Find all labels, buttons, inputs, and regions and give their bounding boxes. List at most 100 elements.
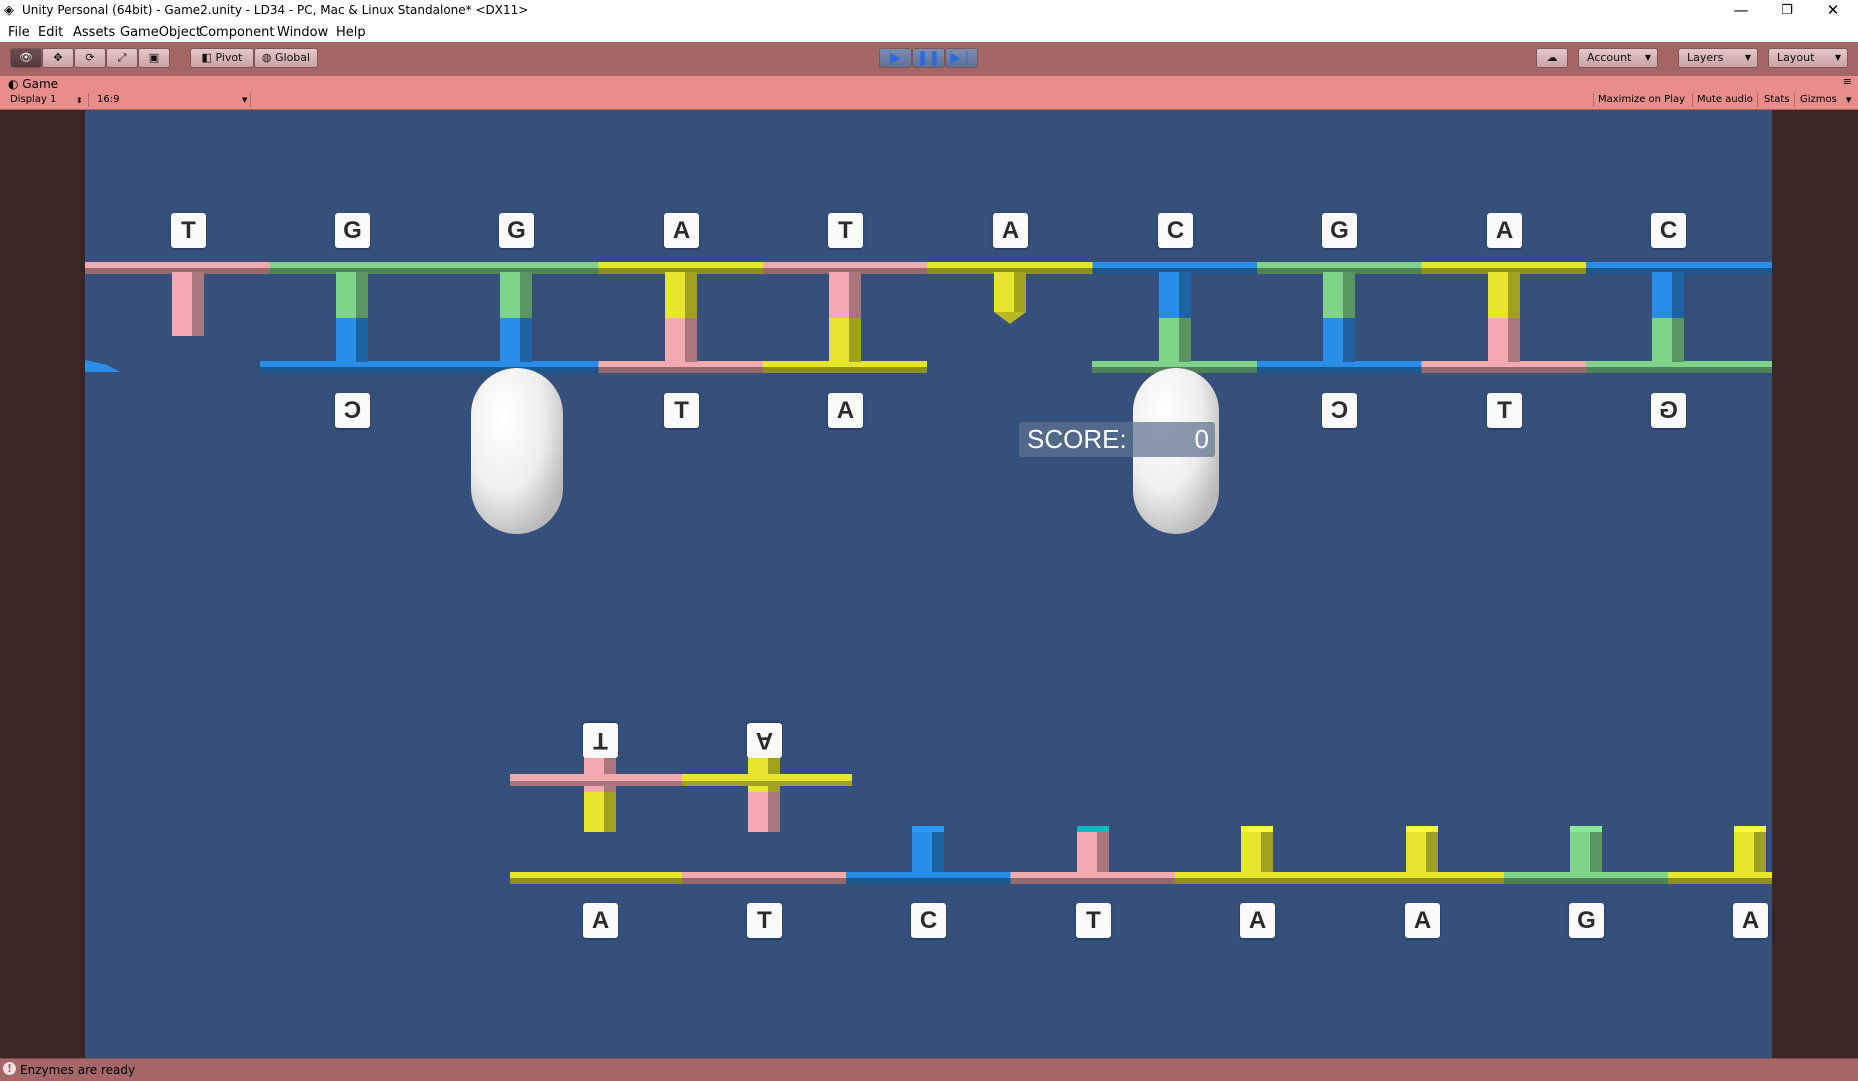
- nucleotide-tile: C: [1651, 213, 1686, 248]
- bottom-backbone-segment-shadow: [510, 878, 682, 884]
- lower-backbone-segment-shadow: [598, 367, 763, 373]
- base-peg-cap: [912, 826, 944, 832]
- menu-edit[interactable]: Edit: [38, 25, 63, 40]
- global-toggle[interactable]: ◍ Global: [254, 48, 318, 68]
- menu-assets[interactable]: Assets: [73, 25, 115, 40]
- tab-menu-icon[interactable]: ≡: [1843, 75, 1852, 88]
- score-panel: SCORE: 0: [1019, 422, 1215, 457]
- rotate-tool-button[interactable]: ⟳: [74, 48, 106, 68]
- menu-help[interactable]: Help: [336, 25, 366, 40]
- base-peg-bottom-strand-side: [1097, 830, 1109, 872]
- account-label: Account: [1587, 51, 1632, 64]
- lower-backbone-segment-shadow: [763, 367, 927, 373]
- unity-logo-icon: ◈: [4, 3, 14, 18]
- top-backbone-segment: [1257, 262, 1422, 268]
- window-title: Unity Personal (64bit) - Game2.unity - L…: [22, 3, 529, 17]
- lower-backbone-segment-shadow: [1586, 367, 1772, 373]
- close-button[interactable]: ✕: [1810, 0, 1856, 23]
- step-button[interactable]: ▶❘: [945, 48, 978, 68]
- nucleotide-tile: T: [171, 213, 206, 248]
- complement-tile: T: [664, 393, 699, 428]
- bottom-backbone-segment-shadow: [846, 878, 1011, 884]
- stray-fragment: [85, 360, 120, 372]
- top-backbone-segment: [434, 262, 599, 268]
- mute-audio-toggle[interactable]: Mute audio: [1697, 94, 1753, 105]
- scale-icon: ⤢: [117, 51, 127, 64]
- bottom-backbone-segment: [1175, 872, 1340, 878]
- window-title-bar: ◈ Unity Personal (64bit) - Game2.unity -…: [0, 0, 1858, 23]
- move-icon: ✥: [53, 51, 63, 64]
- layers-label: Layers: [1687, 51, 1724, 64]
- layers-dropdown[interactable]: Layers ▼: [1678, 48, 1758, 68]
- stats-toggle[interactable]: Stats: [1764, 94, 1790, 105]
- pivot-label: Pivot: [215, 51, 243, 64]
- display-select[interactable]: Display 1: [10, 94, 56, 105]
- base-peg-cap: [1077, 826, 1109, 832]
- bottom-backbone-segment-shadow: [1504, 878, 1668, 884]
- complement-tile: C: [1322, 393, 1357, 428]
- account-dropdown[interactable]: Account ▼: [1578, 48, 1658, 68]
- nucleotide-tile: A: [993, 213, 1028, 248]
- nucleotide-tile: C: [1158, 213, 1193, 248]
- scale-tool-button[interactable]: ⤢: [106, 48, 138, 68]
- tab-game[interactable]: ◐ Game: [8, 77, 58, 91]
- nucleotide-tile: G: [499, 213, 534, 248]
- lower-backbone-segment-shadow: [1257, 367, 1422, 373]
- divider: [1794, 93, 1795, 107]
- bottom-backbone-segment: [1504, 872, 1668, 878]
- top-backbone-segment: [1092, 262, 1257, 268]
- score-label: SCORE:: [1027, 424, 1127, 454]
- nucleotide-tile: G: [1322, 213, 1357, 248]
- lower-backbone-segment-shadow: [260, 367, 434, 373]
- pivot-icon: ◧: [201, 51, 216, 64]
- minimize-button[interactable]: —: [1718, 0, 1764, 23]
- pause-icon: ❚❚: [916, 50, 941, 66]
- global-label: Global: [275, 51, 311, 64]
- nucleotide-tile: G: [1569, 903, 1604, 938]
- base-peg-bottom-side: [1179, 318, 1191, 362]
- move-tool-button[interactable]: ✥: [42, 48, 74, 68]
- base-peg-bottom-strand-side: [1261, 830, 1273, 872]
- base-peg-bottom-side: [849, 318, 861, 362]
- base-peg-top-side: [1508, 272, 1520, 318]
- status-bar: ! Enzymes are ready: [0, 1058, 1858, 1081]
- complement-tile: A: [828, 393, 863, 428]
- base-peg-bottom-side: [1672, 318, 1684, 362]
- divider: [250, 93, 251, 107]
- divider: [88, 93, 89, 107]
- base-peg-top-side: [849, 272, 861, 318]
- base-peg-bottom-side: [1343, 318, 1355, 362]
- base-peg-bottom-strand-side: [1426, 830, 1438, 872]
- bottom-backbone-segment-shadow: [682, 878, 846, 884]
- play-icon: ▶: [890, 50, 901, 66]
- menu-file[interactable]: File: [8, 25, 30, 40]
- view-tool-button[interactable]: 👁: [10, 48, 42, 68]
- cloud-button[interactable]: ☁: [1536, 48, 1568, 68]
- chevron-down-icon: ▼: [1644, 53, 1651, 62]
- bottom-backbone-segment-shadow: [1339, 878, 1504, 884]
- layout-dropdown[interactable]: Layout ▼: [1768, 48, 1848, 68]
- nucleotide-tile: A: [1405, 903, 1440, 938]
- pivot-toggle[interactable]: ◧ Pivot: [190, 48, 254, 68]
- menu-component[interactable]: Component: [199, 25, 274, 40]
- divider: [1757, 93, 1758, 107]
- bottom-backbone-segment-shadow: [1668, 878, 1772, 884]
- base-peg-top-side: [685, 272, 697, 318]
- base-peg-bottom-strand-side: [1590, 830, 1602, 872]
- rect-tool-button[interactable]: ▣: [138, 48, 170, 68]
- base-peg-top-side: [1179, 272, 1191, 318]
- nucleotide-tile: A: [1240, 903, 1275, 938]
- top-backbone-segment: [270, 262, 434, 268]
- base-peg-cap: [1241, 826, 1273, 832]
- chevron-down-icon: ▼: [1846, 96, 1852, 104]
- game-viewport[interactable]: T G G A T A C G A C C T A C T G A T C T A A G A T A SCORE: 0: [85, 110, 1772, 1058]
- maximize-on-play-toggle[interactable]: Maximize on Play: [1598, 94, 1685, 105]
- play-button[interactable]: ▶: [879, 48, 912, 68]
- pause-button[interactable]: ❚❚: [912, 48, 945, 68]
- restore-button[interactable]: ❐: [1764, 0, 1810, 23]
- base-peg-top-side: [1672, 272, 1684, 318]
- menu-window[interactable]: Window: [277, 25, 328, 40]
- menu-gameobject[interactable]: GameObject: [120, 25, 201, 40]
- gizmos-dropdown[interactable]: Gizmos: [1800, 94, 1837, 105]
- aspect-select[interactable]: 16:9: [97, 94, 119, 105]
